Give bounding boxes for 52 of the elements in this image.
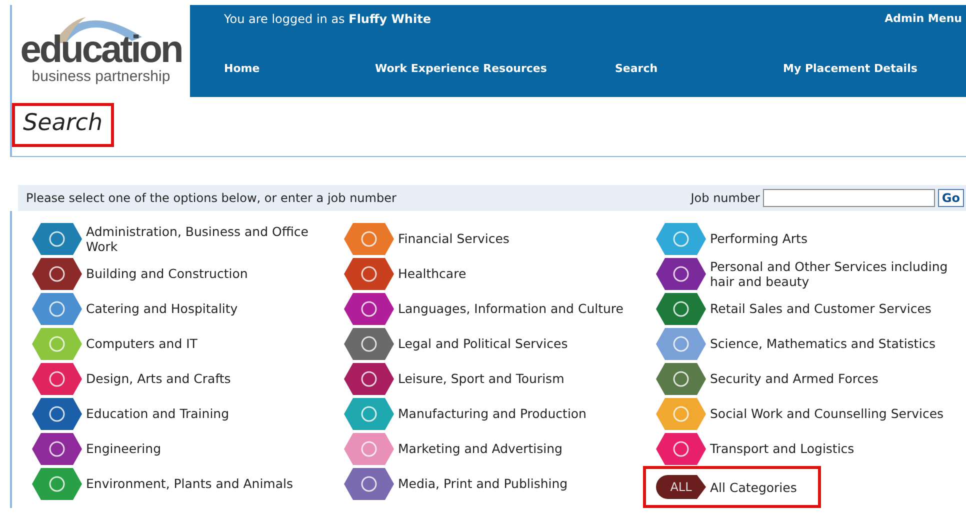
category-link[interactable]: Financial Services [398, 231, 514, 246]
category-icon[interactable] [344, 468, 394, 500]
category-icon[interactable] [32, 432, 82, 464]
category-icon[interactable] [344, 362, 394, 394]
category-link[interactable]: Computers and IT [86, 336, 202, 351]
category-icon[interactable] [344, 328, 394, 360]
category-icon[interactable] [32, 258, 82, 290]
page-title: Search [12, 103, 114, 147]
category-icon[interactable] [344, 258, 394, 290]
category-link[interactable]: Design, Arts and Crafts [86, 371, 235, 386]
category-icon[interactable] [656, 432, 706, 464]
category-icon[interactable] [32, 362, 82, 394]
nav-link[interactable]: My Placement Details [783, 62, 918, 75]
category-link[interactable]: Education and Training [86, 406, 234, 421]
nav-link[interactable]: Search [615, 62, 783, 75]
category-link[interactable]: Security and Armed Forces [710, 371, 882, 386]
category-link[interactable]: Catering and Hospitality [86, 301, 242, 316]
job-number-field[interactable] [762, 189, 935, 207]
category-link[interactable]: Transport and Logistics [710, 441, 858, 456]
category-link[interactable]: All Categories [710, 480, 801, 494]
category-link[interactable]: Environment, Plants and Animals [86, 476, 298, 491]
category-link[interactable]: Science, Mathematics and Statistics [710, 336, 940, 351]
category-icon[interactable] [344, 292, 394, 324]
category-icon[interactable] [32, 398, 82, 430]
login-status: You are logged in as Fluffy White [224, 12, 431, 26]
nav-link[interactable]: Home [224, 62, 375, 75]
category-icon[interactable] [656, 362, 706, 394]
logo-subtitle: business partnership [32, 69, 170, 85]
category-link[interactable]: Manufacturing and Production [398, 406, 590, 421]
category-link[interactable]: Healthcare [398, 266, 470, 281]
category-link[interactable]: Building and Construction [86, 266, 252, 281]
category-icon[interactable] [656, 292, 706, 324]
category-link[interactable]: Personal and Other Services including hair and beauty [710, 258, 963, 288]
category-link[interactable]: Marketing and Advertising [398, 441, 566, 456]
admin-menu-link[interactable]: Admin Menu [884, 12, 962, 26]
nav-link[interactable]: Work Experience Resources [375, 62, 615, 75]
category-link[interactable]: Administration, Business and Office Work [86, 224, 331, 254]
category-icon[interactable] [656, 258, 706, 290]
category-link[interactable]: Media, Print and Publishing [398, 476, 572, 491]
all-badge[interactable]: ALL [656, 475, 706, 499]
category-link[interactable]: Performing Arts [710, 231, 812, 246]
category-link[interactable]: Languages, Information and Culture [398, 301, 628, 316]
category-link[interactable]: Social Work and Counselling Services [710, 406, 948, 421]
logo-text: education [20, 31, 182, 69]
category-link[interactable]: Leisure, Sport and Tourism [398, 371, 568, 386]
instruction-text: Please select one of the options below, or enter a job number [26, 191, 396, 205]
category-link[interactable]: Engineering [86, 441, 165, 456]
category-link[interactable]: Legal and Political Services [398, 336, 572, 351]
category-icon[interactable] [32, 222, 82, 254]
job-number-label: Job number [690, 191, 760, 205]
go-button[interactable]: Go [938, 189, 964, 207]
category-link[interactable]: Retail Sales and Customer Services [710, 301, 936, 316]
